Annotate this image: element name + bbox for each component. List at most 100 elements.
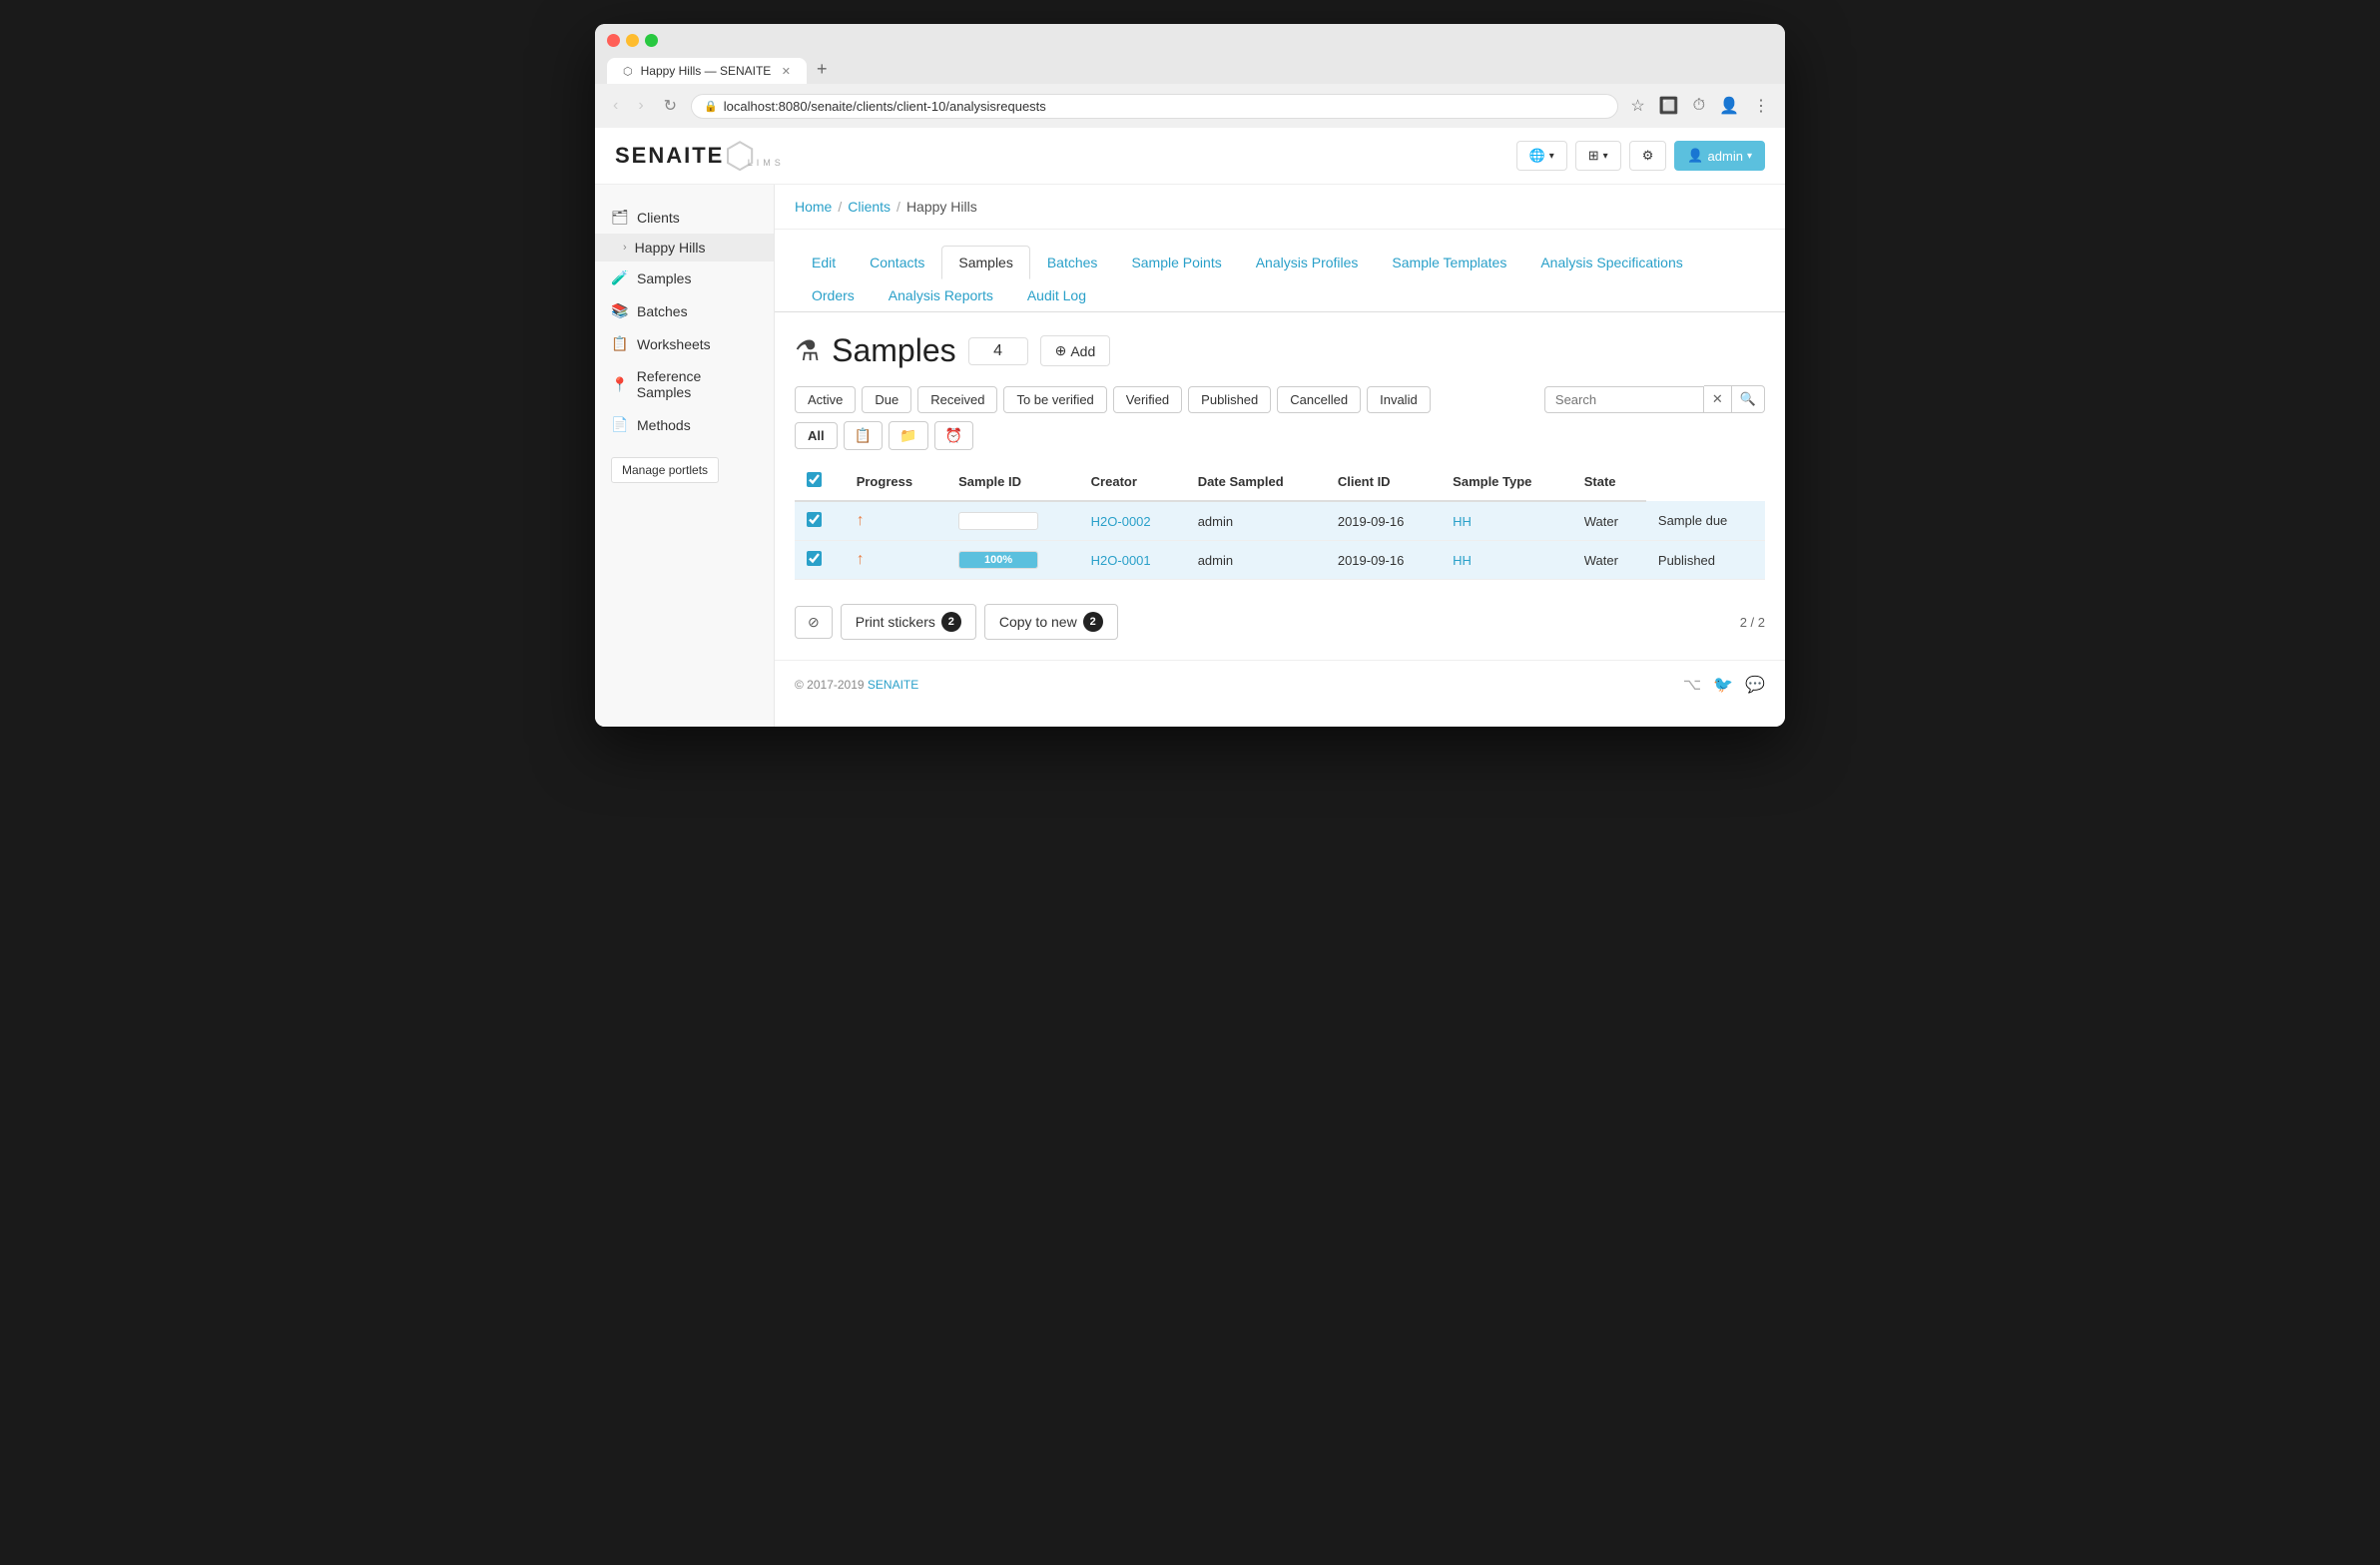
row-checkbox-0[interactable] xyxy=(807,512,822,527)
breadcrumb-sep-2: / xyxy=(896,199,900,215)
tab-contacts[interactable]: Contacts xyxy=(853,246,941,279)
address-bar[interactable]: 🔒 localhost:8080/senaite/clients/client-… xyxy=(691,94,1618,119)
active-tab[interactable]: ⬡ Happy Hills — SENAITE ✕ xyxy=(607,58,807,84)
breadcrumb-clients[interactable]: Clients xyxy=(848,199,891,215)
filter-published[interactable]: Published xyxy=(1188,386,1271,413)
user-menu-button[interactable]: 👤 admin ▾ xyxy=(1674,141,1765,171)
sidebar-item-methods[interactable]: 📄 Methods xyxy=(595,408,774,441)
new-tab-button[interactable]: + xyxy=(809,55,836,84)
date-sampled-cell: 2019-09-16 xyxy=(1326,501,1441,541)
browser-titlebar: ⬡ Happy Hills — SENAITE ✕ + xyxy=(595,24,1785,84)
reload-button[interactable]: ↻ xyxy=(658,94,683,118)
col-header-state[interactable]: State xyxy=(1572,462,1646,501)
user-label: admin xyxy=(1708,149,1743,164)
tab-batches[interactable]: Batches xyxy=(1030,246,1115,279)
copy-to-new-label: Copy to new xyxy=(999,614,1077,630)
app-header: SENAITE ⬡ LIMS 🌐 ▾ ⊞ ▾ ⚙ � xyxy=(595,128,1785,185)
tab-sample-points[interactable]: Sample Points xyxy=(1114,246,1238,279)
copy-to-new-button[interactable]: Copy to new 2 xyxy=(984,604,1118,640)
filter-cancelled[interactable]: Cancelled xyxy=(1277,386,1361,413)
sample-id-link[interactable]: H2O-0002 xyxy=(1091,514,1151,529)
progress-fill-1: 100% xyxy=(959,552,1037,568)
extension-button-1[interactable]: 🔲 xyxy=(1655,92,1683,120)
paste-icon-button[interactable]: 📁 xyxy=(889,421,927,450)
sidebar-batches-label: Batches xyxy=(637,303,688,319)
bookmark-button[interactable]: ☆ xyxy=(1626,92,1648,120)
lock-icon: 🔒 xyxy=(704,100,718,113)
filter-due[interactable]: Due xyxy=(862,386,911,413)
select-all-checkbox[interactable] xyxy=(807,472,822,487)
tab-analysis-profiles[interactable]: Analysis Profiles xyxy=(1239,246,1376,279)
copy-to-new-count: 2 xyxy=(1083,612,1103,632)
tab-close-icon[interactable]: ✕ xyxy=(782,65,791,78)
clock-icon-button[interactable]: ⏰ xyxy=(934,421,973,450)
cancel-selection-button[interactable]: ⊘ xyxy=(795,606,833,639)
col-header-creator[interactable]: Creator xyxy=(1079,462,1186,501)
batches-icon: 📚 xyxy=(611,302,629,319)
footer-brand-link[interactable]: SENAITE xyxy=(868,678,918,692)
sidebar-item-reference-samples[interactable]: 📍 Reference Samples xyxy=(595,360,774,408)
back-button[interactable]: ‹ xyxy=(607,95,624,117)
filter-to-be-verified[interactable]: To be verified xyxy=(1003,386,1106,413)
tab-samples[interactable]: Samples xyxy=(941,246,1029,279)
state-cell: Published xyxy=(1646,541,1765,580)
extension-button-2[interactable]: ⏱ xyxy=(1689,93,1709,119)
sample-id-link[interactable]: H2O-0001 xyxy=(1091,553,1151,568)
main-content: Home / Clients / Happy Hills Edit Contac… xyxy=(775,185,1785,727)
filter-verified[interactable]: Verified xyxy=(1113,386,1182,413)
col-header-sample-type[interactable]: Sample Type xyxy=(1441,462,1572,501)
footer-social: ⌥ 🐦 💬 xyxy=(1683,675,1765,695)
app-footer: © 2017-2019 SENAITE ⌥ 🐦 💬 xyxy=(775,660,1785,709)
copy-icon-button[interactable]: 📋 xyxy=(844,421,883,450)
table-row: ↑100%H2O-0001admin2019-09-16HHWaterPubli… xyxy=(795,541,1765,580)
close-button[interactable] xyxy=(607,34,620,47)
pagination-info: 2 / 2 xyxy=(1740,615,1765,630)
tab-orders[interactable]: Orders xyxy=(795,278,872,312)
sidebar-item-clients[interactable]: 🗂 Clients xyxy=(595,201,774,234)
tab-title: Happy Hills — SENAITE xyxy=(641,64,772,78)
maximize-button[interactable] xyxy=(645,34,658,47)
tab-analysis-reports[interactable]: Analysis Reports xyxy=(872,278,1010,312)
filter-received[interactable]: Received xyxy=(917,386,997,413)
manage-portlets-button[interactable]: Manage portlets xyxy=(611,457,719,483)
sidebar-samples-label: Samples xyxy=(637,270,691,286)
client-id-link[interactable]: HH xyxy=(1453,514,1472,529)
col-header-progress[interactable]: Progress xyxy=(845,462,946,501)
sidebar-happy-hills-label: Happy Hills xyxy=(635,240,706,256)
all-button[interactable]: All xyxy=(795,422,838,449)
sidebar-item-worksheets[interactable]: 📋 Worksheets xyxy=(595,327,774,360)
profile-button[interactable]: 👤 xyxy=(1715,92,1743,120)
menu-button[interactable]: ⋮ xyxy=(1749,92,1773,120)
row-checkbox-1[interactable] xyxy=(807,551,822,566)
col-header-sample-id[interactable]: Sample ID xyxy=(946,462,1079,501)
settings-button[interactable]: ⚙ xyxy=(1629,141,1667,171)
col-header-date-sampled[interactable]: Date Sampled xyxy=(1186,462,1326,501)
language-button[interactable]: 🌐 ▾ xyxy=(1516,141,1567,171)
sidebar-item-samples[interactable]: 🧪 Samples xyxy=(595,261,774,294)
add-button[interactable]: ⊕ Add xyxy=(1040,335,1111,366)
client-id-link[interactable]: HH xyxy=(1453,553,1472,568)
tab-analysis-specifications[interactable]: Analysis Specifications xyxy=(1523,246,1699,279)
github-icon[interactable]: ⌥ xyxy=(1683,675,1701,695)
sidebar-item-happy-hills[interactable]: › Happy Hills xyxy=(595,234,774,261)
minimize-button[interactable] xyxy=(626,34,639,47)
filter-active[interactable]: Active xyxy=(795,386,856,413)
sidebar-item-batches[interactable]: 📚 Batches xyxy=(595,294,774,327)
search-go-button[interactable]: 🔍 xyxy=(1732,385,1765,413)
search-clear-button[interactable]: ✕ xyxy=(1704,385,1732,413)
chat-icon[interactable]: 💬 xyxy=(1745,675,1765,695)
grid-button[interactable]: ⊞ ▾ xyxy=(1575,141,1621,171)
tab-edit[interactable]: Edit xyxy=(795,246,853,279)
print-stickers-button[interactable]: Print stickers 2 xyxy=(841,604,976,640)
tab-sample-templates[interactable]: Sample Templates xyxy=(1375,246,1523,279)
col-header-checkbox xyxy=(795,462,845,501)
col-header-client-id[interactable]: Client ID xyxy=(1326,462,1441,501)
tab-audit-log[interactable]: Audit Log xyxy=(1010,278,1103,312)
filter-invalid[interactable]: Invalid xyxy=(1367,386,1431,413)
forward-button[interactable]: › xyxy=(632,95,649,117)
sort-arrow-icon: ↑ xyxy=(857,551,865,568)
search-input[interactable] xyxy=(1544,386,1704,413)
twitter-icon[interactable]: 🐦 xyxy=(1713,675,1733,695)
breadcrumb-home[interactable]: Home xyxy=(795,199,832,215)
count-input[interactable] xyxy=(968,337,1028,365)
